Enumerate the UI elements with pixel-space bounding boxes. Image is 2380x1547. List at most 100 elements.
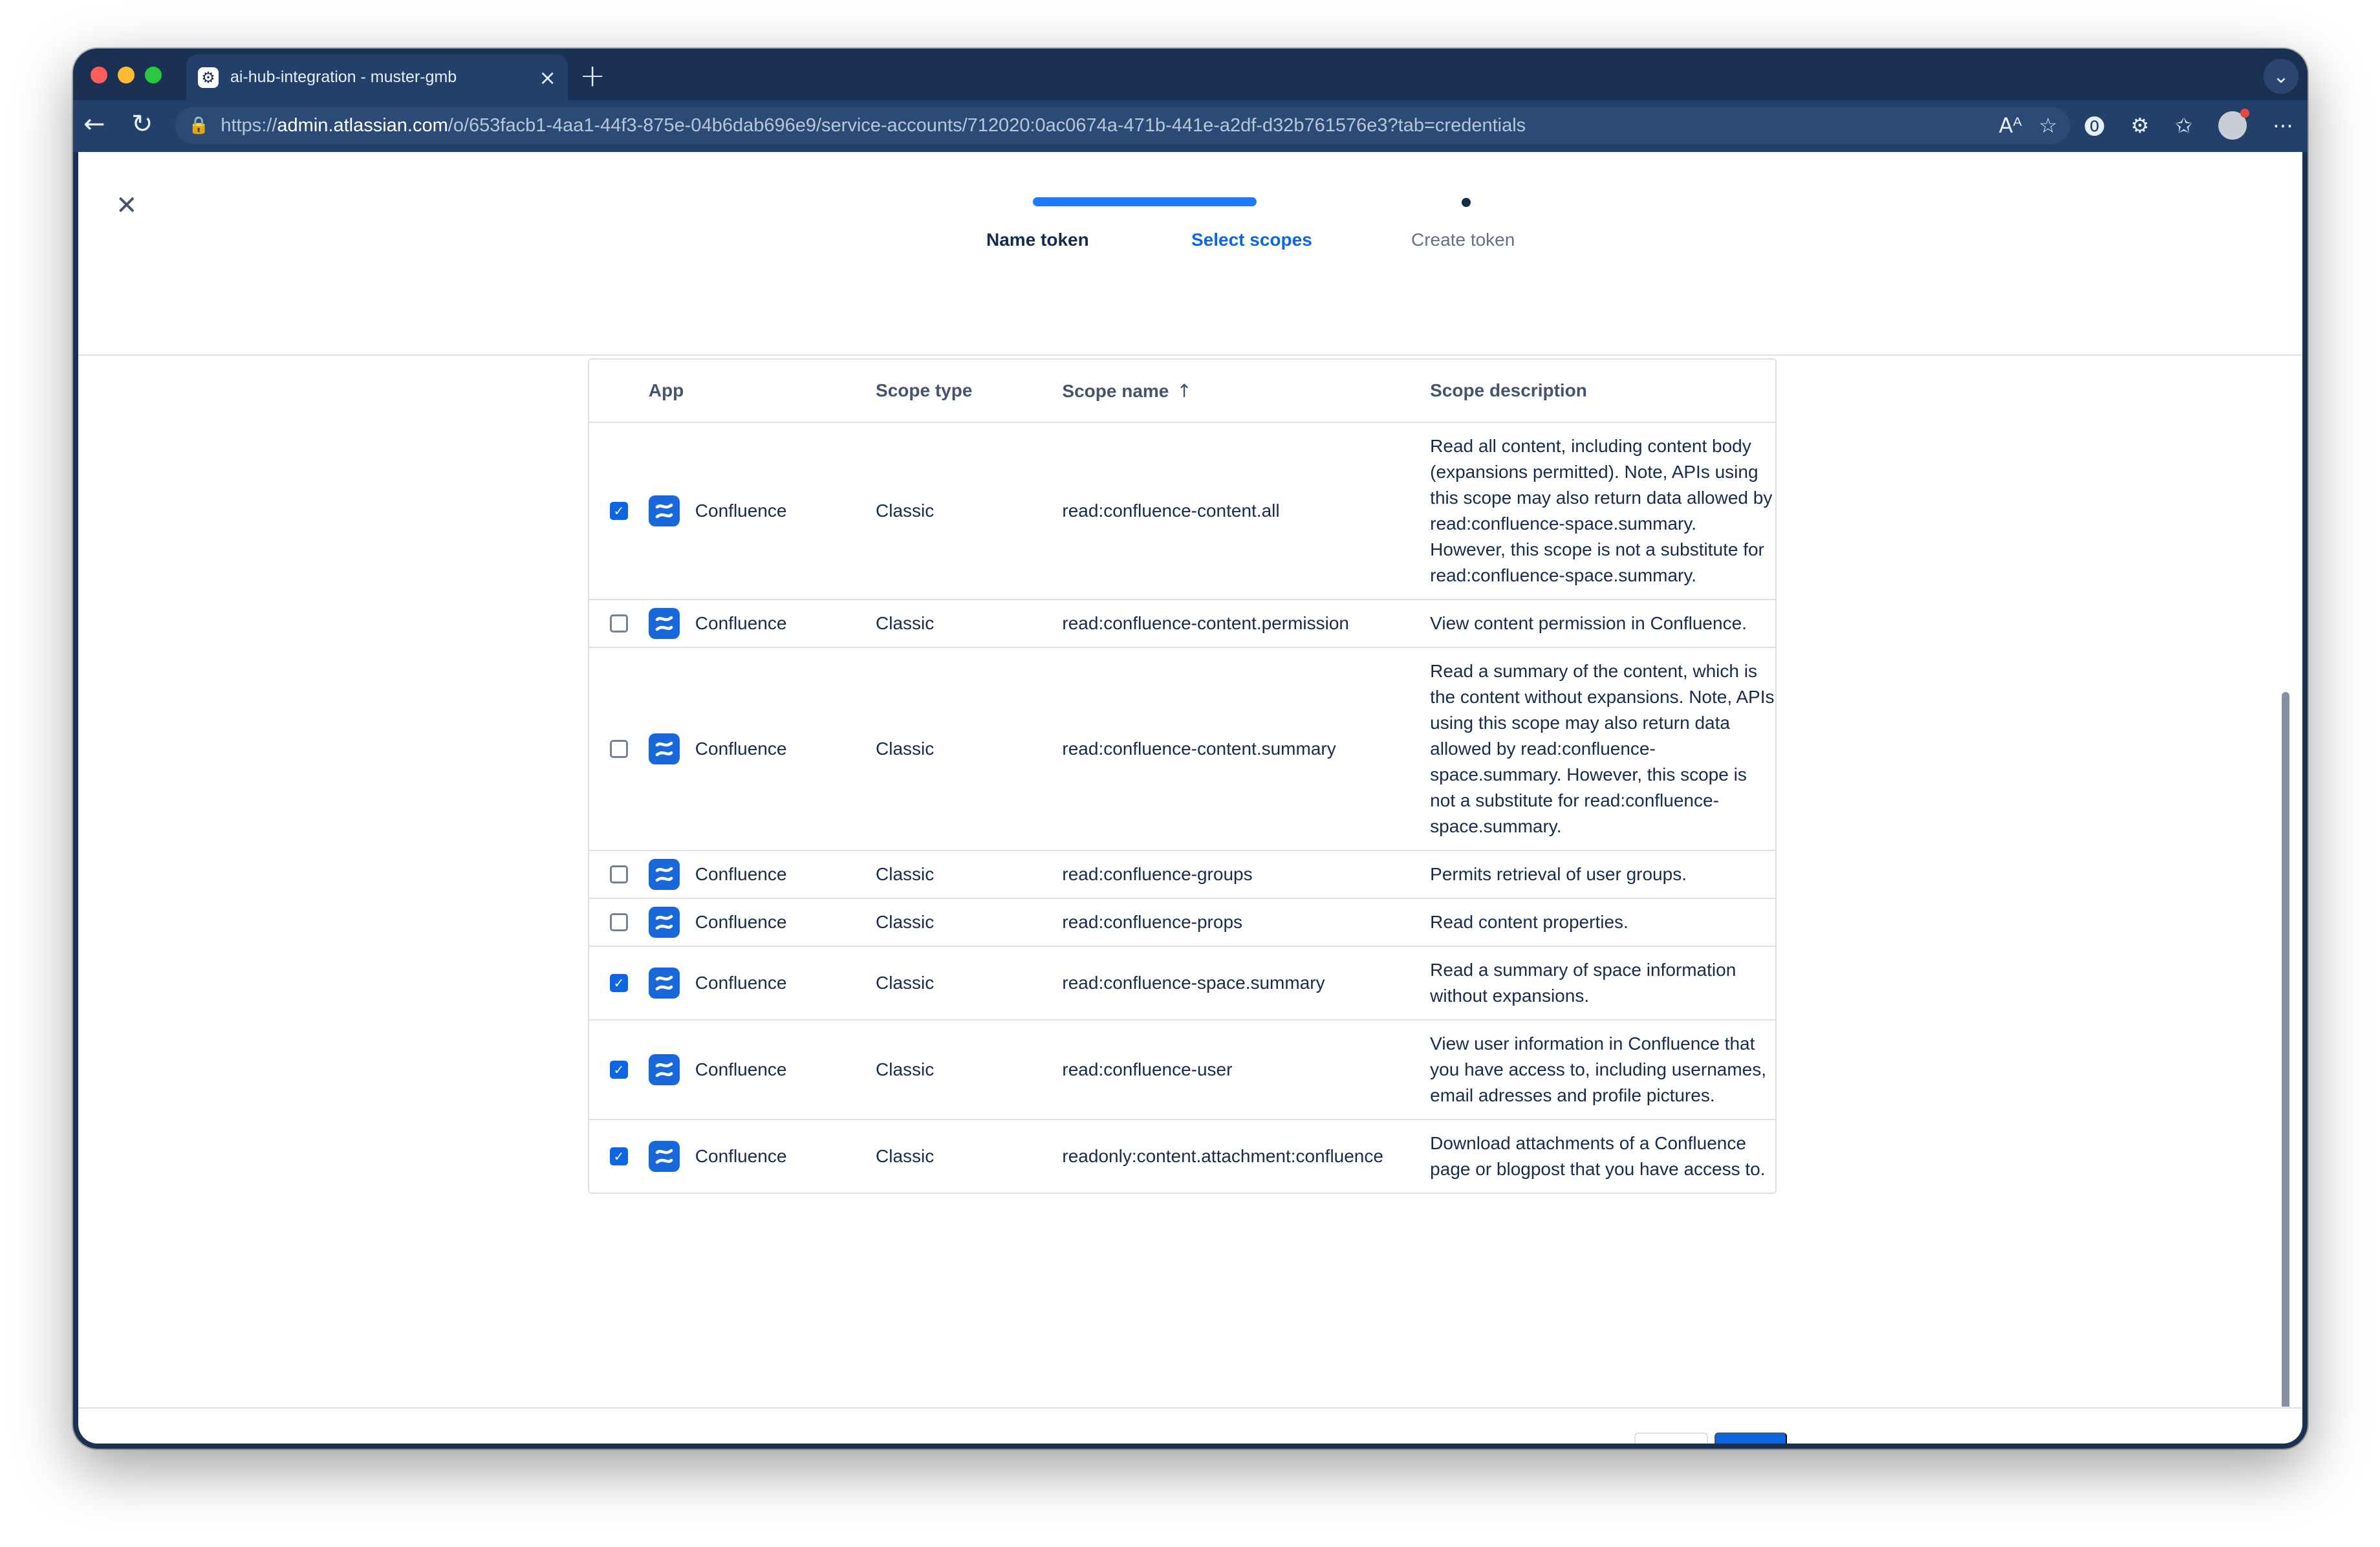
row-checkbox-cell <box>589 614 649 633</box>
back-arrow-icon[interactable]: ← <box>83 109 105 139</box>
app-name: Confluence <box>695 501 787 521</box>
table-row[interactable]: ✓ Confluence Classic read:confluence-space.… <box>589 946 1775 1019</box>
scope-type-cell: Classic <box>876 864 935 884</box>
confluence-logo-icon <box>648 1054 680 1085</box>
more-menu-icon[interactable]: ⋯ <box>2273 113 2293 138</box>
table-row[interactable]: Confluence Classic read:confluence-groups P… <box>589 850 1775 898</box>
scope-type-cell: Classic <box>876 613 935 633</box>
app-cell: Confluence <box>648 968 876 999</box>
table-row[interactable]: ✓ Confluence Classic readonly:content.attac… <box>589 1119 1775 1193</box>
scope-description-cell: View user information in Confluence that… <box>1430 1033 1767 1105</box>
browser-window: ⚙ ai-hub-integration - muster-gmb × + ⌄ … <box>73 49 2308 1449</box>
scope-name-cell: read:confluence-content.permission <box>1062 613 1349 633</box>
confluence-logo-icon <box>648 1141 680 1172</box>
extensions-icon[interactable]: ⚙ <box>2131 113 2150 138</box>
address-bar[interactable]: 🔒 https://admin.atlassian.com/o/653facb1… <box>175 107 2070 144</box>
header-scope-description: Scope description <box>1430 380 1587 400</box>
step-dot <box>1462 198 1471 207</box>
scope-description-cell: Read all content, including content body… <box>1430 436 1773 585</box>
scope-description-cell: Read a summary of the content, which is … <box>1430 661 1775 836</box>
app-cell: Confluence <box>648 608 876 639</box>
table-row[interactable]: ✓ Confluence Classic read:confluence-user Vi… <box>589 1019 1775 1119</box>
read-aloud-icon[interactable]: Aᴬ <box>1999 113 2022 138</box>
reload-icon[interactable]: ↻ <box>131 109 153 139</box>
url-text[interactable]: https://admin.atlassian.com/o/653facb1-4… <box>221 115 1526 136</box>
table-row[interactable]: Confluence Classic read:confluence-content… <box>589 599 1775 647</box>
chevron-down-icon[interactable]: ⌄ <box>2264 59 2299 94</box>
confluence-logo-icon <box>648 733 680 764</box>
close-icon[interactable]: ✕ <box>116 191 138 221</box>
confluence-logo-icon <box>648 495 680 526</box>
table-row[interactable]: Confluence Classic read:confluence-props Re… <box>589 898 1775 946</box>
row-checkbox-cell: ✓ <box>589 974 649 992</box>
table-header-row: App Scope type Scope name ↑ Scope descrip… <box>589 360 1775 422</box>
scope-description-cell: Permits retrieval of user groups. <box>1430 864 1687 884</box>
step-create-token: Create token <box>1411 230 1515 250</box>
confluence-logo-icon <box>648 968 680 999</box>
scope-name-cell: readonly:content.attachment:confluence <box>1062 1146 1383 1166</box>
checked-checkbox[interactable]: ✓ <box>609 1147 628 1165</box>
scope-name-cell: read:confluence-props <box>1062 912 1243 932</box>
scope-description-cell: View content permission in Confluence. <box>1430 613 1747 633</box>
checked-checkbox[interactable]: ✓ <box>609 502 628 520</box>
password-manager-icon[interactable]: ⓿ <box>2084 111 2104 140</box>
minimize-window-button[interactable] <box>118 67 135 83</box>
scope-type-cell: Classic <box>876 912 935 932</box>
row-checkbox-cell: ✓ <box>589 1147 649 1165</box>
checked-checkbox[interactable]: ✓ <box>609 1061 628 1079</box>
tab-title: ai-hub-integration - muster-gmb <box>230 68 457 86</box>
unchecked-checkbox[interactable] <box>609 614 628 633</box>
header-scope-name[interactable]: Scope name ↑ <box>1062 380 1430 402</box>
app-name: Confluence <box>695 912 787 932</box>
confluence-logo-icon <box>648 608 680 639</box>
toolbar-icons: ⓿ ⚙ ✩ ⋯ <box>2084 109 2293 140</box>
scope-name-cell: read:confluence-content.all <box>1062 501 1280 521</box>
new-tab-icon[interactable]: + <box>579 58 605 94</box>
gear-icon: ⚙ <box>198 67 219 88</box>
scope-description-cell: Read content properties. <box>1430 912 1628 932</box>
unchecked-checkbox[interactable] <box>609 865 628 883</box>
star-icon[interactable]: ☆ <box>2039 113 2057 138</box>
table-row[interactable]: ✓ Confluence Classic read:confluence-conten… <box>589 422 1775 599</box>
maximize-window-button[interactable] <box>145 67 162 83</box>
address-bar-icons: Aᴬ ☆ <box>1999 113 2057 138</box>
tab-close-icon[interactable]: × <box>539 65 556 90</box>
footer-divider <box>78 1407 2302 1409</box>
close-window-button[interactable] <box>91 67 107 83</box>
confluence-logo-icon <box>648 859 680 890</box>
lock-icon[interactable]: 🔒 <box>188 116 209 135</box>
tab-bar: ⚙ ai-hub-integration - muster-gmb × + ⌄ <box>73 49 2308 100</box>
header-scope-name-label: Scope name <box>1062 380 1169 401</box>
scope-description-cell: Download attachments of a Confluence pag… <box>1430 1133 1766 1179</box>
step-select-scopes: Select scopes <box>1191 230 1312 250</box>
app-cell: Confluence <box>648 1054 876 1085</box>
browser-tab[interactable]: ⚙ ai-hub-integration - muster-gmb × <box>186 54 568 100</box>
next-button[interactable]: Next <box>1715 1433 1787 1444</box>
scopes-table: App Scope type Scope name ↑ Scope descrip… <box>588 358 1777 1194</box>
scope-name-cell: read:confluence-space.summary <box>1062 973 1325 993</box>
unchecked-checkbox[interactable] <box>609 740 628 758</box>
app-cell: Confluence <box>648 733 876 764</box>
scope-type-cell: Classic <box>876 501 935 521</box>
profile-avatar[interactable] <box>2218 109 2249 140</box>
app-name: Confluence <box>695 739 787 759</box>
app-cell: Confluence <box>648 495 876 526</box>
app-cell: Confluence <box>648 1141 876 1172</box>
scope-type-cell: Classic <box>876 973 935 993</box>
app-name: Confluence <box>695 973 787 993</box>
scrollbar[interactable] <box>2282 692 2289 1407</box>
arrow-up-icon[interactable]: ↑ <box>1176 380 1191 402</box>
scope-type-cell: Classic <box>876 739 935 759</box>
app-name: Confluence <box>695 1146 787 1166</box>
row-checkbox-cell: ✓ <box>589 502 649 520</box>
favorites-icon[interactable]: ✩ <box>2175 113 2192 138</box>
scope-type-cell: Classic <box>876 1146 935 1166</box>
table-row[interactable]: Confluence Classic read:confluence-content… <box>589 647 1775 850</box>
unchecked-checkbox[interactable] <box>609 913 628 931</box>
scope-type-cell: Classic <box>876 1059 935 1079</box>
app-cell: Confluence <box>648 859 876 890</box>
row-checkbox-cell <box>589 865 649 883</box>
checked-checkbox[interactable]: ✓ <box>609 974 628 992</box>
back-button[interactable]: Back <box>1634 1433 1708 1444</box>
navigation-bar: ← ↻ 🔒 https://admin.atlassian.com/o/653f… <box>73 100 2308 152</box>
